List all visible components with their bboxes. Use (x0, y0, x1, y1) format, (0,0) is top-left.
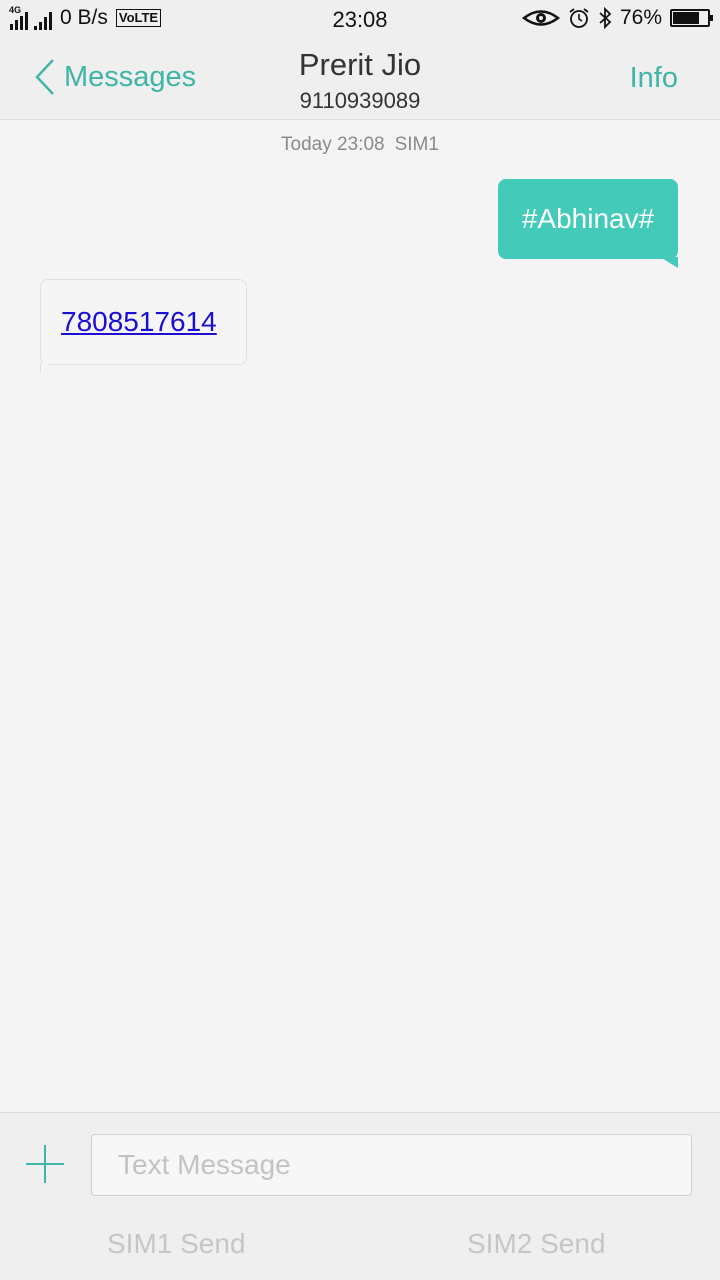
alarm-icon (569, 8, 589, 28)
incoming-message-bubble[interactable]: 7808517614 (40, 279, 247, 365)
outgoing-message-bubble[interactable]: #Abhinav# (498, 179, 678, 259)
messaging-screen: 4G 0 B/s VoLTE 23:08 76% Messages Prerit… (0, 0, 720, 1280)
text-message-input[interactable] (91, 1134, 692, 1196)
contact-name: Prerit Jio (298, 47, 422, 82)
timestamp-sim: SIM1 (394, 134, 439, 155)
sim2-send-button[interactable]: SIM2 Send (467, 1228, 606, 1260)
sim1-send-button[interactable]: SIM1 Send (107, 1228, 246, 1260)
timestamp-time: Today 23:08 (281, 134, 385, 155)
battery-icon (670, 9, 713, 27)
status-right: 76% (521, 5, 713, 31)
info-button[interactable]: Info (630, 62, 678, 95)
status-bar: 4G 0 B/s VoLTE 23:08 76% (0, 0, 720, 38)
battery-level-fill (673, 12, 699, 24)
add-attachment-button[interactable] (26, 1145, 64, 1183)
contact-number: 9110939089 (299, 88, 421, 113)
phone-number-link[interactable]: 7808517614 (61, 306, 217, 338)
battery-percentage: 76% (619, 6, 662, 29)
message-timestamp: Today 23:08 SIM1 (0, 134, 720, 156)
outgoing-bubble-tail (660, 257, 678, 268)
message-composer: SIM1 Send SIM2 Send (0, 1112, 720, 1280)
eye-icon (521, 10, 560, 26)
incoming-bubble-tail (40, 363, 50, 373)
bluetooth-icon (599, 7, 612, 29)
conversation-header: Messages Prerit Jio 9110939089 Info (0, 38, 720, 120)
outgoing-message-text: #Abhinav# (521, 203, 655, 234)
